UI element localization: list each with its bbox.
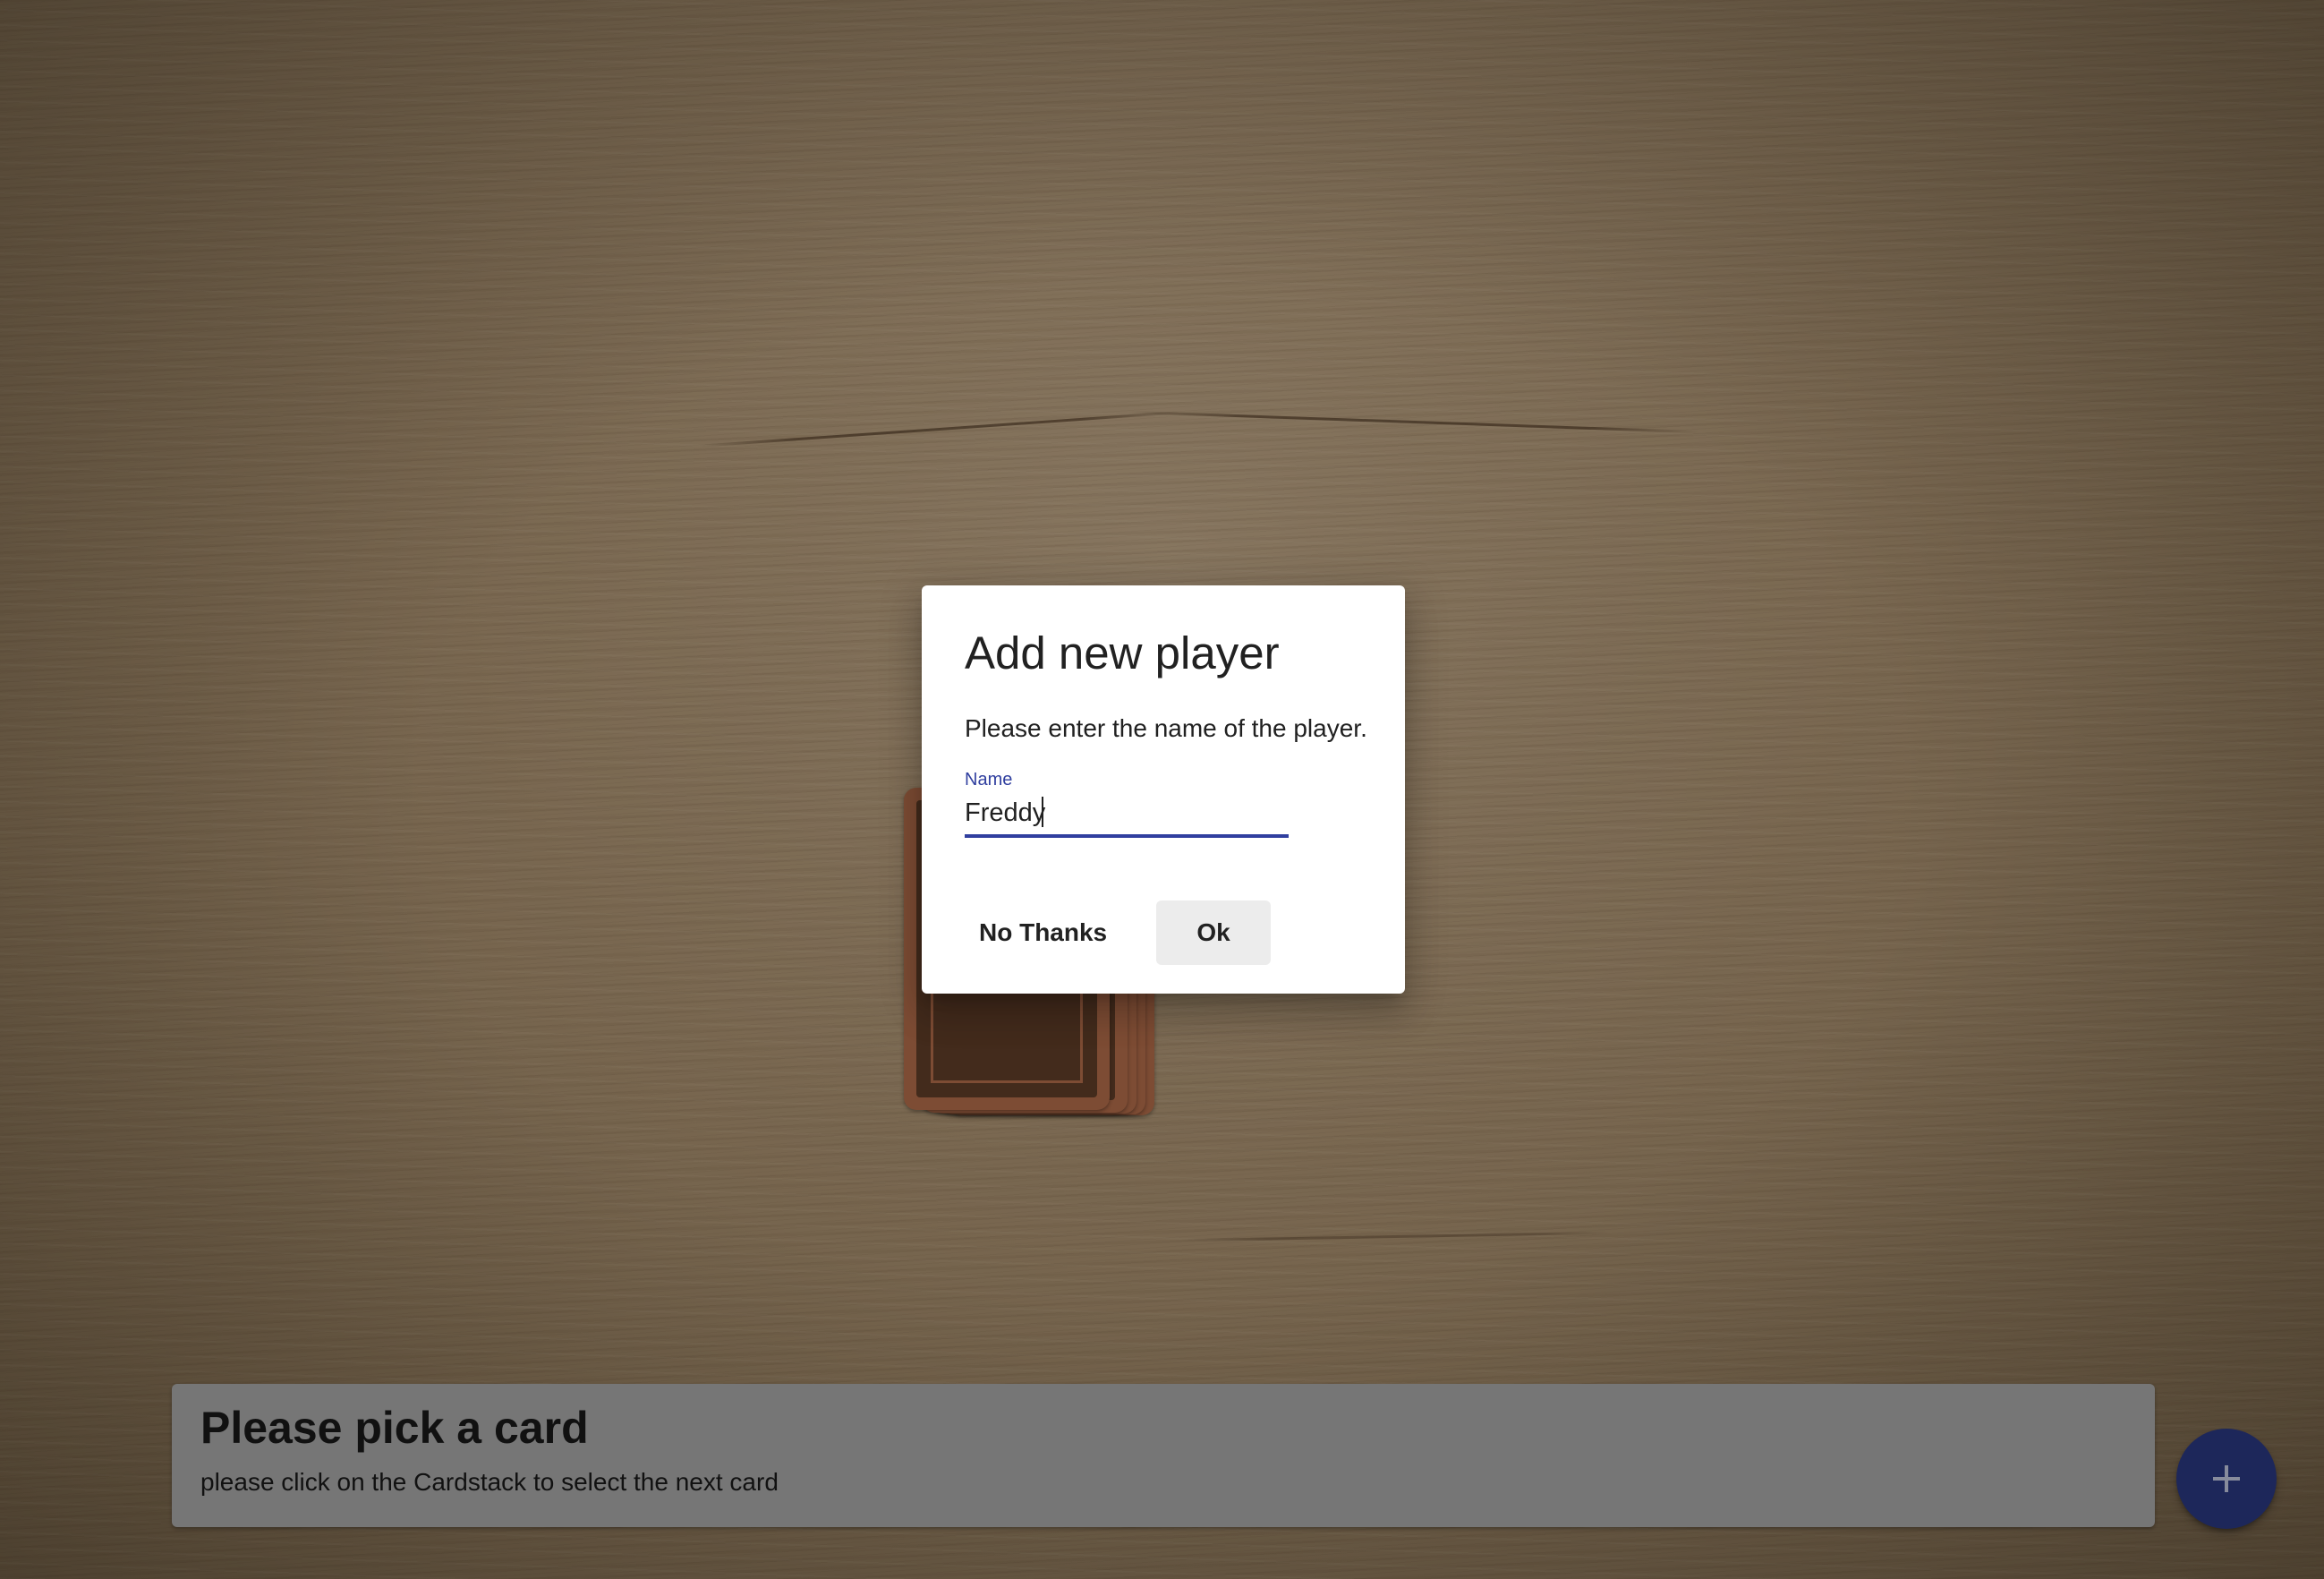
ok-button[interactable]: Ok <box>1156 900 1271 965</box>
name-field-label: Name <box>965 770 1013 790</box>
dialog-description: Please enter the name of the player. <box>965 714 1367 742</box>
add-player-dialog: Add new player Please enter the name of … <box>922 585 1405 994</box>
text-caret <box>1042 797 1043 827</box>
name-field: Name <box>965 770 1289 840</box>
name-input[interactable] <box>965 795 1289 831</box>
game-table: Please pick a card please click on the C… <box>0 0 2324 1579</box>
dialog-title: Add new player <box>965 627 1280 679</box>
no-thanks-button[interactable]: No Thanks <box>950 900 1136 965</box>
name-field-underline <box>965 834 1289 838</box>
